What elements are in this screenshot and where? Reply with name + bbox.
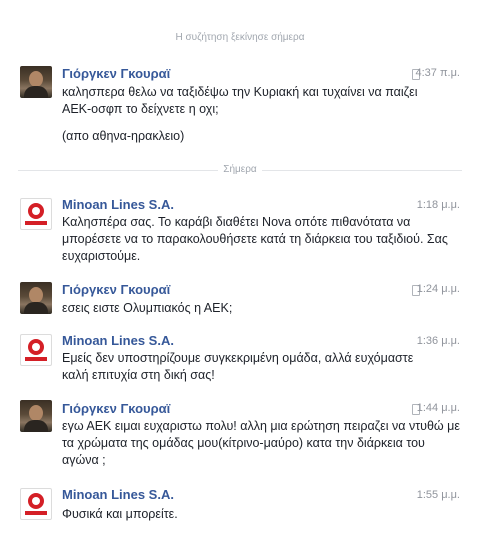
sender-name[interactable]: Minoan Lines S.A. xyxy=(62,333,174,348)
sender-avatar[interactable] xyxy=(20,488,52,520)
message-time: 1:24 μ.μ. xyxy=(416,283,460,295)
message-text: Εμείς δεν υποστηρίζουμε συγκεκριμένη ομά… xyxy=(62,351,414,382)
sender-avatar[interactable] xyxy=(20,282,52,314)
message-time: 1:18 μ.μ. xyxy=(416,199,460,211)
sender-avatar[interactable] xyxy=(20,198,52,230)
sender-name[interactable]: Minoan Lines S.A. xyxy=(62,487,174,502)
avatar-face xyxy=(29,287,43,303)
sender-name[interactable]: Minoan Lines S.A. xyxy=(62,197,174,212)
message-text: εγω ΑΕΚ ειμαι ευχαριστω πολυ! αλλη μια ε… xyxy=(62,419,460,467)
message-time: 4:37 π.μ. xyxy=(415,67,460,79)
message-text: Καλησπέρα σας. Το καράβι διαθέτει Nova ο… xyxy=(62,215,448,263)
minoan-logo-bar xyxy=(25,511,47,515)
avatar-body xyxy=(24,86,48,98)
message-text: εσεις ειστε Ολυμπιακός η ΑΕΚ; xyxy=(62,301,233,315)
avatar-body xyxy=(24,302,48,314)
message-time: 1:36 μ.μ. xyxy=(416,335,460,347)
message-time: 1:55 μ.μ. xyxy=(416,489,460,501)
minoan-logo-icon xyxy=(28,493,44,509)
avatar-face xyxy=(29,71,43,87)
conversation-start-divider: Η συζήτηση ξεκίνησε σήμερα xyxy=(175,32,305,43)
message-time: 1:44 μ.μ. xyxy=(416,402,460,414)
message-text: (απο αθηνα-ηρακλειο) xyxy=(62,129,185,143)
sender-name[interactable]: Γιόργκεν Γκουραϊ xyxy=(62,66,170,81)
minoan-logo-icon xyxy=(28,339,44,355)
sender-avatar[interactable] xyxy=(20,334,52,366)
avatar-body xyxy=(24,420,48,432)
sender-avatar[interactable] xyxy=(20,400,52,432)
sender-name[interactable]: Γιόργκεν Γκουραϊ xyxy=(62,401,170,416)
avatar-face xyxy=(29,405,43,421)
sender-avatar[interactable] xyxy=(20,66,52,98)
minoan-logo-icon xyxy=(28,203,44,219)
message-text: καλησπερα θελω να ταξιδέψω την Κυριακή κ… xyxy=(62,85,418,116)
minoan-logo-bar xyxy=(25,357,47,361)
sender-name[interactable]: Γιόργκεν Γκουραϊ xyxy=(62,282,170,297)
minoan-logo-bar xyxy=(25,221,47,225)
today-divider: Σήμερα xyxy=(0,164,480,175)
message-text: Φυσικά και μπορείτε. xyxy=(62,507,178,521)
